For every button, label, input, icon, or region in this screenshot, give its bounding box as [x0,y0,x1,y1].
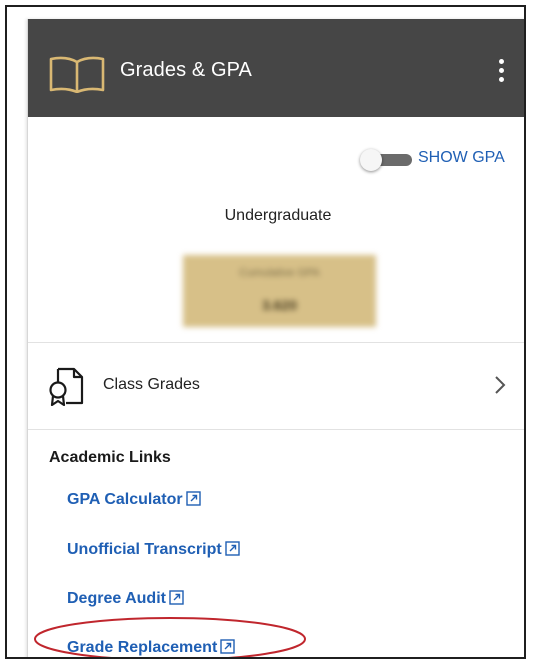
academic-level-label: Undergraduate [224,207,332,224]
external-link-icon [185,491,201,506]
cumulative-gpa-label: Cumulative GPA [239,267,320,279]
external-link-icon [169,590,184,605]
kebab-menu-icon[interactable] [496,56,508,86]
class-grades-label: Class Grades [103,376,200,393]
class-grades-row[interactable]: Class Grades [28,343,524,430]
show-gpa-toggle[interactable] [360,149,412,171]
external-link-icon [225,541,240,556]
gpa-calculator-link[interactable]: GPA Calculator [67,491,201,509]
grade-replacement-label: Grade Replacement [67,639,218,656]
unofficial-transcript-label: Unofficial Transcript [67,541,222,558]
gpa-calculator-label: GPA Calculator [67,491,183,508]
certificate-icon [49,367,84,406]
grades-gpa-card: Grades & GPA SHOW GPA Undergraduate Cumu… [27,19,524,657]
external-link-icon [220,639,235,654]
toggle-thumb [360,149,382,171]
cumulative-gpa-value: 3.620 [261,297,298,313]
degree-audit-label: Degree Audit [67,590,166,607]
degree-audit-link[interactable]: Degree Audit [67,590,184,608]
book-icon [49,56,105,93]
unofficial-transcript-link[interactable]: Unofficial Transcript [67,541,240,559]
cumulative-gpa-box: Cumulative GPA 3.620 [183,255,376,327]
show-gpa-label[interactable]: SHOW GPA [418,149,505,167]
gpa-section: SHOW GPA Undergraduate Cumulative GPA 3.… [28,117,524,343]
card-title: Grades & GPA [120,59,252,81]
grade-replacement-link[interactable]: Grade Replacement [67,639,235,657]
academic-links-section: Academic Links GPA Calculator Unofficial… [28,430,524,657]
academic-links-title: Academic Links [49,449,171,466]
screenshot-frame: Grades & GPA SHOW GPA Undergraduate Cumu… [5,5,526,659]
chevron-right-icon[interactable] [494,374,506,396]
card-header: Grades & GPA [28,19,524,117]
